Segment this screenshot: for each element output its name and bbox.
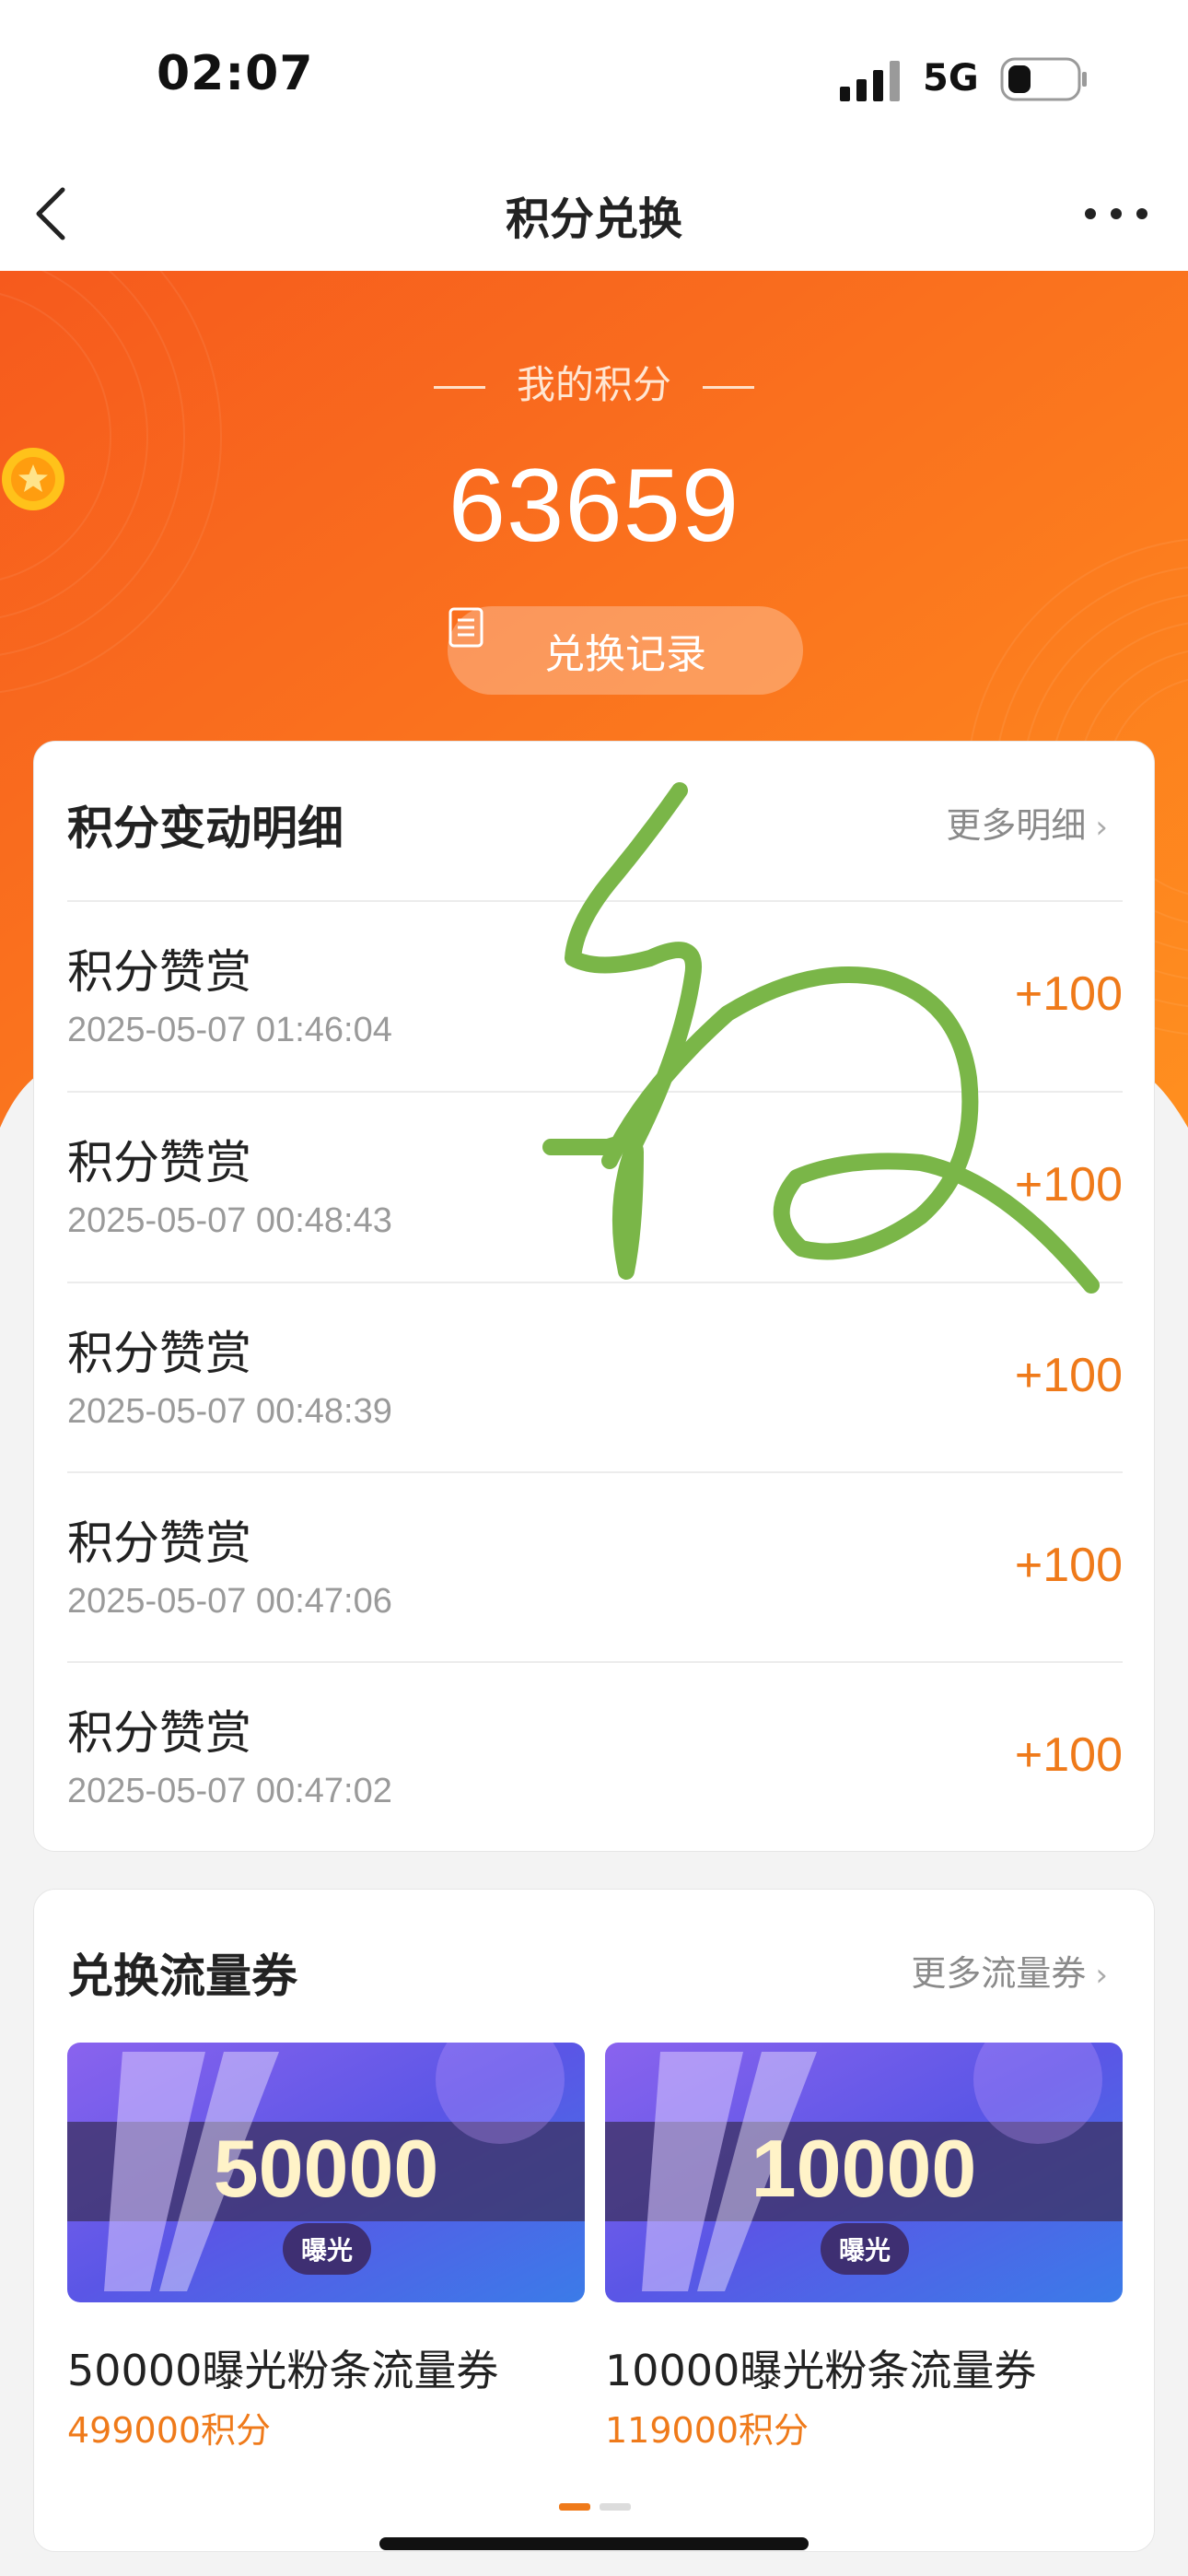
row-title: 积分赞赏 — [67, 1327, 251, 1380]
points-value: 63659 — [448, 448, 740, 563]
row-time: 2025-05-07 00:48:43 — [67, 1201, 392, 1240]
row-title: 积分赞赏 — [67, 1706, 251, 1760]
row-title: 积分赞赏 — [67, 1516, 251, 1570]
row-time: 2025-05-07 00:47:02 — [67, 1772, 392, 1810]
coupon-number: 50000 — [213, 2123, 439, 2214]
coupon-item[interactable]: 50000 曝光 50000曝光粉条流量券 499000积分 — [67, 2043, 585, 2451]
chevron-right-icon: › — [1095, 809, 1108, 846]
row-time: 2025-05-07 00:47:06 — [67, 1582, 392, 1621]
list-item[interactable]: 积分赞赏 2025-05-07 00:47:06 +100 — [67, 1471, 1123, 1662]
carousel-pager — [559, 2503, 631, 2511]
list-item[interactable]: 积分赞赏 2025-05-07 01:46:04 +100 — [67, 900, 1123, 1091]
battery-icon — [1000, 57, 1087, 101]
row-amount: +100 — [1014, 1158, 1123, 1212]
list-item[interactable]: 积分赞赏 2025-05-07 00:47:02 +100 — [67, 1661, 1123, 1852]
coupon-price: 119000积分 — [605, 2410, 809, 2451]
page-title: 积分兑换 — [505, 193, 682, 245]
row-amount: +100 — [1014, 1349, 1123, 1402]
more-icon[interactable] — [1079, 197, 1153, 230]
row-amount: +100 — [1014, 1728, 1123, 1782]
exchange-record-button[interactable]: 兑换记录 — [448, 606, 803, 695]
row-title: 积分赞赏 — [67, 945, 251, 999]
network-label: 5G — [923, 57, 979, 100]
status-bar: 02:07 5G — [0, 0, 1188, 157]
list-icon — [448, 607, 483, 648]
row-amount: +100 — [1014, 1539, 1123, 1592]
coin-icon — [2, 448, 64, 510]
exchange-record-label: 兑换记录 — [544, 631, 706, 678]
coupon-image: 50000 曝光 — [67, 2043, 585, 2302]
more-detail-link[interactable]: 更多明细 › — [946, 797, 1108, 848]
row-time: 2025-05-07 01:46:04 — [67, 1011, 392, 1049]
coupon-tag: 曝光 — [821, 2223, 909, 2275]
signal-icon — [840, 61, 900, 101]
coupon-number: 10000 — [751, 2123, 977, 2214]
coupon-price: 499000积分 — [67, 2410, 272, 2451]
coupon-image: 10000 曝光 — [605, 2043, 1123, 2302]
list-item[interactable]: 积分赞赏 2025-05-07 00:48:43 +100 — [67, 1091, 1123, 1282]
coupon-tag: 曝光 — [283, 2223, 371, 2275]
list-item[interactable]: 积分赞赏 2025-05-07 00:48:39 +100 — [67, 1282, 1123, 1472]
points-row: 63659 — [0, 446, 1188, 565]
points-detail-title: 积分变动明细 — [67, 802, 344, 855]
home-indicator — [379, 2537, 809, 2550]
row-amount: +100 — [1014, 967, 1123, 1021]
coupon-section-title: 兑换流量券 — [67, 1950, 297, 2003]
points-detail-card: 积分变动明细 更多明细 › 积分赞赏 2025-05-07 01:46:04 +1… — [33, 741, 1155, 1852]
nav-bar: 积分兑换 — [0, 157, 1188, 271]
more-coupons-link[interactable]: 更多流量券 › — [911, 1945, 1108, 1996]
chevron-right-icon: › — [1095, 1957, 1108, 1994]
row-time: 2025-05-07 00:48:39 — [67, 1392, 392, 1431]
coupon-name: 50000曝光粉条流量券 — [67, 2346, 499, 2395]
points-label: 我的积分 — [0, 354, 1188, 410]
coupon-name: 10000曝光粉条流量券 — [605, 2346, 1037, 2395]
coupon-card: 兑换流量券 更多流量券 › 50000 曝光 50000曝光粉条流量券 4990… — [33, 1889, 1155, 2552]
status-time: 02:07 — [157, 46, 314, 101]
coupon-item[interactable]: 10000 曝光 10000曝光粉条流量券 119000积分 — [605, 2043, 1123, 2451]
row-title: 积分赞赏 — [67, 1136, 251, 1189]
